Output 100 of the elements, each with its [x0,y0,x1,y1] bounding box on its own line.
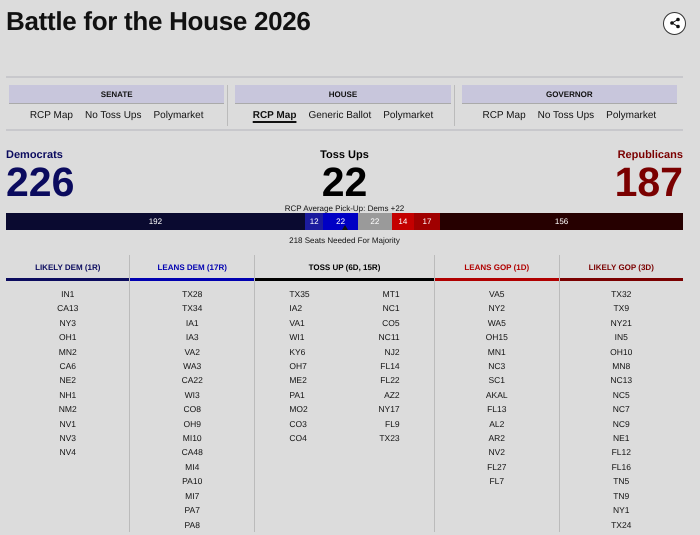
district-link[interactable]: NH1 [59,388,76,402]
district-link[interactable]: AKAL [486,388,508,402]
district-link[interactable]: OH10 [610,344,632,360]
bar-segment: 192 [6,213,305,230]
district-link[interactable]: TX23 [379,431,400,446]
district-link[interactable]: NY2 [488,301,506,316]
district-link[interactable]: FL7 [489,474,504,489]
district-link[interactable]: TX24 [611,518,632,532]
district-link[interactable]: TN9 [613,488,630,504]
district-link[interactable]: IA1 [186,316,199,330]
district-link[interactable]: KY6 [289,344,306,360]
nav-link[interactable]: No Toss Ups [84,110,142,121]
district-link[interactable]: MN2 [58,344,77,360]
district-link[interactable]: FL12 [612,445,631,460]
district-link[interactable]: NV2 [488,445,506,460]
nav-link[interactable]: Polymarket [383,110,434,121]
district-link[interactable]: CO8 [183,402,201,417]
district-link[interactable]: NJ2 [384,344,400,360]
district-link[interactable]: CA48 [182,445,203,460]
district-link[interactable]: CA22 [182,373,203,388]
majority-text: 218 Seats Needed For Majority [288,236,401,245]
district-link[interactable]: FL13 [487,402,506,417]
page-title: Battle for the House 2026 [6,6,311,36]
column-header: LIKELY DEM (1R) [6,255,130,281]
district-link[interactable]: WA3 [183,359,202,374]
district-link[interactable]: NV3 [59,431,76,446]
district-link[interactable]: PA7 [184,503,200,518]
district-link[interactable]: NM2 [58,402,77,417]
district-link[interactable]: NC13 [610,373,632,388]
district-link[interactable]: TX9 [613,301,630,316]
district-link[interactable]: NY1 [612,503,630,518]
district-link[interactable]: MO2 [289,402,308,417]
district-link[interactable]: NC9 [612,416,630,432]
district-link[interactable]: WA5 [488,316,506,330]
district-link[interactable]: WI3 [184,388,200,402]
district-link[interactable]: IN5 [614,330,628,345]
district-link[interactable]: IA3 [186,330,199,345]
district-link[interactable]: NC3 [488,359,506,374]
district-link[interactable]: OH9 [183,416,201,432]
district-link[interactable]: VA2 [184,344,200,360]
nav-link[interactable]: Generic Ballot [308,110,372,121]
district-link[interactable]: NY21 [610,316,632,330]
district-link[interactable]: TN5 [613,474,630,489]
district-link[interactable]: PA8 [184,518,200,532]
share-button[interactable] [663,12,686,34]
district-link[interactable]: FL14 [380,359,400,374]
district-link[interactable]: MN1 [488,344,506,360]
district-link[interactable]: TX32 [611,287,632,302]
district-link[interactable]: ME2 [289,373,307,388]
nav-link[interactable]: Polymarket [606,110,656,121]
district-link[interactable]: MN8 [612,359,630,374]
district-link[interactable]: FL22 [380,373,400,388]
district-link[interactable]: PA10 [182,474,202,489]
district-link[interactable]: NE1 [612,431,630,446]
district-link[interactable]: VA5 [489,287,504,302]
district-link[interactable]: CO5 [382,316,400,330]
seat-count: 226 [6,162,74,202]
district-link[interactable]: MI10 [182,431,202,446]
section-header: HOUSE [235,85,451,104]
district-link[interactable]: IN1 [61,287,74,302]
district-link[interactable]: NY17 [378,402,400,417]
district-link[interactable]: AR2 [488,431,506,446]
district-link[interactable]: CO3 [289,416,307,432]
district-link[interactable]: FL27 [487,460,506,474]
district-link[interactable]: NE2 [59,373,76,388]
district-link[interactable]: MT1 [382,287,400,302]
district-link[interactable]: OH1 [59,330,76,345]
district-link[interactable]: NY3 [59,316,76,330]
district-link[interactable]: NC5 [612,388,630,402]
district-link[interactable]: FL9 [385,416,400,432]
district-link[interactable]: PA1 [289,388,305,402]
district-link[interactable]: NV1 [59,416,76,432]
district-link[interactable]: CA13 [57,301,78,316]
seat-count: 187 [614,162,683,202]
district-link[interactable]: CO4 [289,431,307,446]
nav-link[interactable]: No Toss Ups [538,110,594,121]
district-link[interactable]: NC1 [382,301,400,316]
district-link[interactable]: FL16 [612,460,631,474]
district-link[interactable]: SC1 [488,373,506,388]
nav-link[interactable]: RCP Map [30,110,73,121]
district-link[interactable]: NC7 [612,402,630,417]
district-link[interactable]: IA2 [289,301,302,316]
nav-link[interactable]: RCP Map [252,110,296,121]
district-link[interactable]: TX28 [182,287,202,302]
district-link[interactable]: CA6 [59,359,76,374]
district-link[interactable]: MI4 [185,460,200,474]
district-link[interactable]: AL2 [489,416,504,432]
nav-link[interactable]: RCP Map [482,110,526,121]
district-link[interactable]: VA1 [289,316,305,330]
district-link[interactable]: TX34 [182,301,202,316]
district-link[interactable]: NC11 [378,330,400,345]
district-link[interactable]: WI1 [289,330,304,345]
district-link[interactable]: TX35 [289,287,310,302]
nav-link[interactable]: Polymarket [154,110,204,121]
district-link[interactable]: MI7 [185,488,200,504]
district-link[interactable]: AZ2 [384,388,400,402]
bar-segment: 22 [358,213,392,230]
district-link[interactable]: OH15 [486,330,508,345]
district-link[interactable]: NV4 [59,445,76,460]
district-link[interactable]: OH7 [289,359,307,374]
